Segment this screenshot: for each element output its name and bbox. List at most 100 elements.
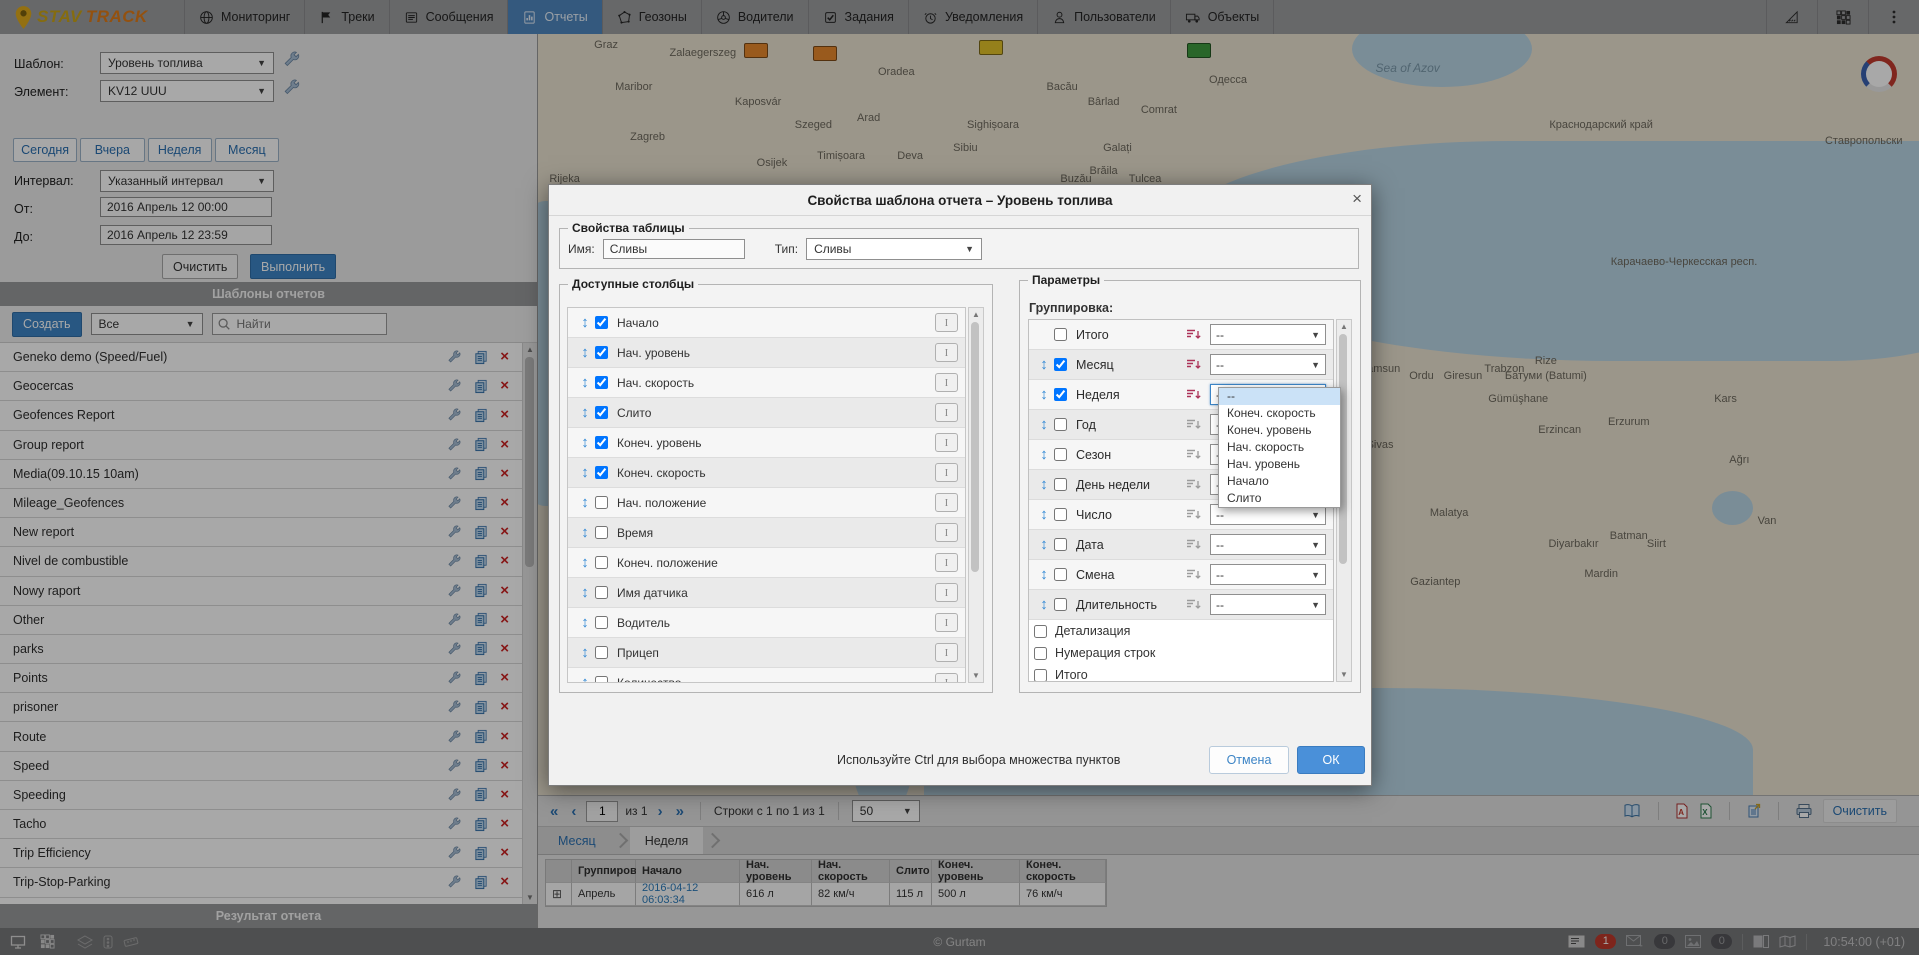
group-sort-icon[interactable] bbox=[1185, 567, 1202, 582]
grouping-checkbox[interactable] bbox=[1054, 568, 1067, 581]
column-row[interactable]: ↕Нач. уровеньI bbox=[568, 338, 965, 368]
move-updown-icon[interactable]: ↕ bbox=[575, 524, 595, 541]
move-updown-icon[interactable]: ↕ bbox=[575, 674, 595, 683]
group-sort-icon[interactable] bbox=[1185, 537, 1202, 552]
rename-column-button[interactable]: I bbox=[935, 553, 958, 572]
column-row[interactable]: ↕Нач. положениеI bbox=[568, 488, 965, 518]
column-row[interactable]: ↕Конеч. скоростьI bbox=[568, 458, 965, 488]
move-updown-icon[interactable]: ↕ bbox=[575, 314, 595, 331]
grouping-column-select[interactable]: --▼ bbox=[1210, 354, 1326, 375]
column-checkbox[interactable] bbox=[595, 676, 608, 683]
move-updown-icon[interactable]: ↕ bbox=[1034, 446, 1054, 463]
option-checkbox[interactable] bbox=[1034, 669, 1047, 682]
column-checkbox[interactable] bbox=[595, 346, 608, 359]
table-name-input[interactable] bbox=[603, 239, 745, 259]
move-updown-icon[interactable]: ↕ bbox=[575, 554, 595, 571]
column-checkbox[interactable] bbox=[595, 526, 608, 539]
group-sort-icon[interactable] bbox=[1185, 477, 1202, 492]
option-row[interactable]: Итого bbox=[1029, 664, 1333, 682]
group-sort-icon[interactable] bbox=[1185, 387, 1202, 402]
grouping-checkbox[interactable] bbox=[1054, 538, 1067, 551]
rename-column-button[interactable]: I bbox=[935, 343, 958, 362]
column-row[interactable]: ↕КоличествоI bbox=[568, 668, 965, 683]
grouping-checkbox[interactable] bbox=[1054, 328, 1067, 341]
columns-scrollbar[interactable]: ▲ ▼ bbox=[968, 307, 984, 683]
group-sort-icon[interactable] bbox=[1185, 447, 1202, 462]
move-updown-icon[interactable]: ↕ bbox=[575, 404, 595, 421]
rename-column-button[interactable]: I bbox=[935, 673, 958, 683]
move-updown-icon[interactable]: ↕ bbox=[1034, 356, 1054, 373]
column-row[interactable]: ↕ВремяI bbox=[568, 518, 965, 548]
column-checkbox[interactable] bbox=[595, 586, 608, 599]
scroll-down-icon[interactable]: ▼ bbox=[1337, 670, 1351, 679]
move-updown-icon[interactable]: ↕ bbox=[575, 344, 595, 361]
grouping-checkbox[interactable] bbox=[1054, 598, 1067, 611]
move-updown-icon[interactable]: ↕ bbox=[1034, 476, 1054, 493]
column-checkbox[interactable] bbox=[595, 556, 608, 569]
rename-column-button[interactable]: I bbox=[935, 373, 958, 392]
dropdown-option[interactable]: Конеч. уровень bbox=[1219, 422, 1340, 439]
grouping-checkbox[interactable] bbox=[1054, 358, 1067, 371]
grouping-checkbox[interactable] bbox=[1054, 388, 1067, 401]
grouping-column-select[interactable]: --▼ bbox=[1210, 594, 1326, 615]
move-updown-icon[interactable]: ↕ bbox=[575, 494, 595, 511]
grouping-checkbox[interactable] bbox=[1054, 478, 1067, 491]
dropdown-option[interactable]: -- bbox=[1219, 388, 1340, 405]
column-checkbox[interactable] bbox=[595, 406, 608, 419]
move-updown-icon[interactable]: ↕ bbox=[575, 434, 595, 451]
dropdown-option[interactable]: Нач. скорость bbox=[1219, 439, 1340, 456]
dropdown-option[interactable]: Конеч. скорость bbox=[1219, 405, 1340, 422]
grouping-column-select[interactable]: --▼ bbox=[1210, 564, 1326, 585]
option-checkbox[interactable] bbox=[1034, 625, 1047, 638]
column-checkbox[interactable] bbox=[595, 316, 608, 329]
grouping-column-select[interactable]: --▼ bbox=[1210, 534, 1326, 555]
move-updown-icon[interactable]: ↕ bbox=[1034, 506, 1054, 523]
grouping-checkbox[interactable] bbox=[1054, 418, 1067, 431]
cancel-button[interactable]: Отмена bbox=[1209, 746, 1289, 774]
column-row[interactable]: ↕ВодительI bbox=[568, 608, 965, 638]
group-sort-icon[interactable] bbox=[1185, 417, 1202, 432]
grouping-row[interactable]: Итого--▼ bbox=[1029, 320, 1333, 350]
scroll-down-icon[interactable]: ▼ bbox=[969, 671, 983, 680]
grouping-row[interactable]: ↕Смена--▼ bbox=[1029, 560, 1333, 590]
rename-column-button[interactable]: I bbox=[935, 433, 958, 452]
column-checkbox[interactable] bbox=[595, 466, 608, 479]
option-checkbox[interactable] bbox=[1034, 647, 1047, 660]
rename-column-button[interactable]: I bbox=[935, 493, 958, 512]
group-sort-icon[interactable] bbox=[1185, 507, 1202, 522]
move-updown-icon[interactable]: ↕ bbox=[1034, 596, 1054, 613]
group-sort-icon[interactable] bbox=[1185, 597, 1202, 612]
move-updown-icon[interactable]: ↕ bbox=[1034, 566, 1054, 583]
grouping-row[interactable]: ↕Длительность--▼ bbox=[1029, 590, 1333, 620]
column-row[interactable]: ↕СлитоI bbox=[568, 398, 965, 428]
option-row[interactable]: Детализация bbox=[1029, 620, 1333, 642]
move-updown-icon[interactable]: ↕ bbox=[1034, 386, 1054, 403]
move-updown-icon[interactable]: ↕ bbox=[575, 464, 595, 481]
dropdown-option[interactable]: Слито bbox=[1219, 490, 1340, 507]
column-row[interactable]: ↕НачалоI bbox=[568, 308, 965, 338]
rename-column-button[interactable]: I bbox=[935, 403, 958, 422]
move-updown-icon[interactable]: ↕ bbox=[575, 644, 595, 661]
column-row[interactable]: ↕Конеч. уровеньI bbox=[568, 428, 965, 458]
column-row[interactable]: ↕Конеч. положениеI bbox=[568, 548, 965, 578]
column-checkbox[interactable] bbox=[595, 496, 608, 509]
move-updown-icon[interactable]: ↕ bbox=[575, 614, 595, 631]
column-checkbox[interactable] bbox=[595, 616, 608, 629]
group-sort-icon[interactable] bbox=[1185, 357, 1202, 372]
move-updown-icon[interactable]: ↕ bbox=[1034, 536, 1054, 553]
grouping-checkbox[interactable] bbox=[1054, 448, 1067, 461]
rename-column-button[interactable]: I bbox=[935, 583, 958, 602]
close-icon[interactable]: × bbox=[1352, 190, 1362, 207]
column-row[interactable]: ↕ПрицепI bbox=[568, 638, 965, 668]
move-updown-icon[interactable]: ↕ bbox=[575, 584, 595, 601]
option-row[interactable]: Нумерация строк bbox=[1029, 642, 1333, 664]
move-updown-icon[interactable]: ↕ bbox=[575, 374, 595, 391]
column-row[interactable]: ↕Имя датчикаI bbox=[568, 578, 965, 608]
move-updown-icon[interactable]: ↕ bbox=[1034, 416, 1054, 433]
grouping-row[interactable]: ↕Месяц--▼ bbox=[1029, 350, 1333, 380]
table-type-select[interactable]: Сливы▼ bbox=[806, 238, 982, 260]
group-sort-icon[interactable] bbox=[1185, 327, 1202, 342]
column-checkbox[interactable] bbox=[595, 376, 608, 389]
column-checkbox[interactable] bbox=[595, 646, 608, 659]
rename-column-button[interactable]: I bbox=[935, 523, 958, 542]
